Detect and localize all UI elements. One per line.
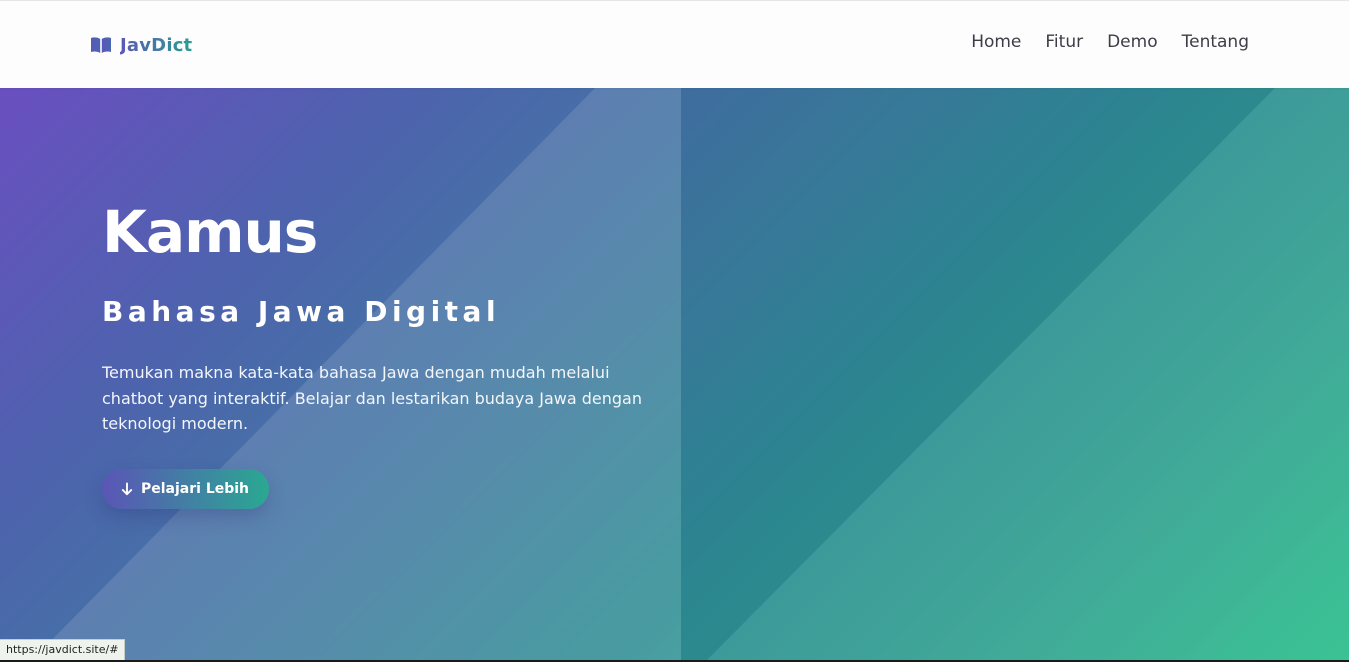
hero-subtitle: Bahasa Jawa Digital: [102, 295, 501, 328]
navbar: JavDict Home Fitur Demo Tentang: [0, 0, 1349, 88]
hero-description: Temukan makna kata-kata bahasa Jawa deng…: [102, 363, 642, 433]
nav-link-tentang[interactable]: Tentang: [1182, 32, 1249, 52]
nav-link-home[interactable]: Home: [971, 32, 1021, 52]
brand-name: JavDict: [120, 34, 193, 56]
learn-more-label: Pelajari Lebih: [141, 480, 250, 497]
open-book-icon: [91, 37, 111, 53]
arrow-down-icon: [121, 482, 133, 495]
hero-title: Kamus: [102, 198, 318, 266]
nav-link-fitur[interactable]: Fitur: [1045, 32, 1083, 52]
hero-section: Kamus Bahasa Jawa Digital Temukan makna …: [0, 88, 1349, 662]
brand-logo[interactable]: JavDict: [90, 31, 192, 59]
status-bar-url: https://javdict.site/#: [0, 639, 126, 660]
nav-link-demo[interactable]: Demo: [1107, 32, 1158, 52]
nav-links: Home Fitur Demo Tentang: [971, 32, 1249, 52]
hero-content: Kamus Bahasa Jawa Digital Temukan makna …: [102, 192, 682, 509]
learn-more-button[interactable]: Pelajari Lebih: [102, 468, 270, 509]
